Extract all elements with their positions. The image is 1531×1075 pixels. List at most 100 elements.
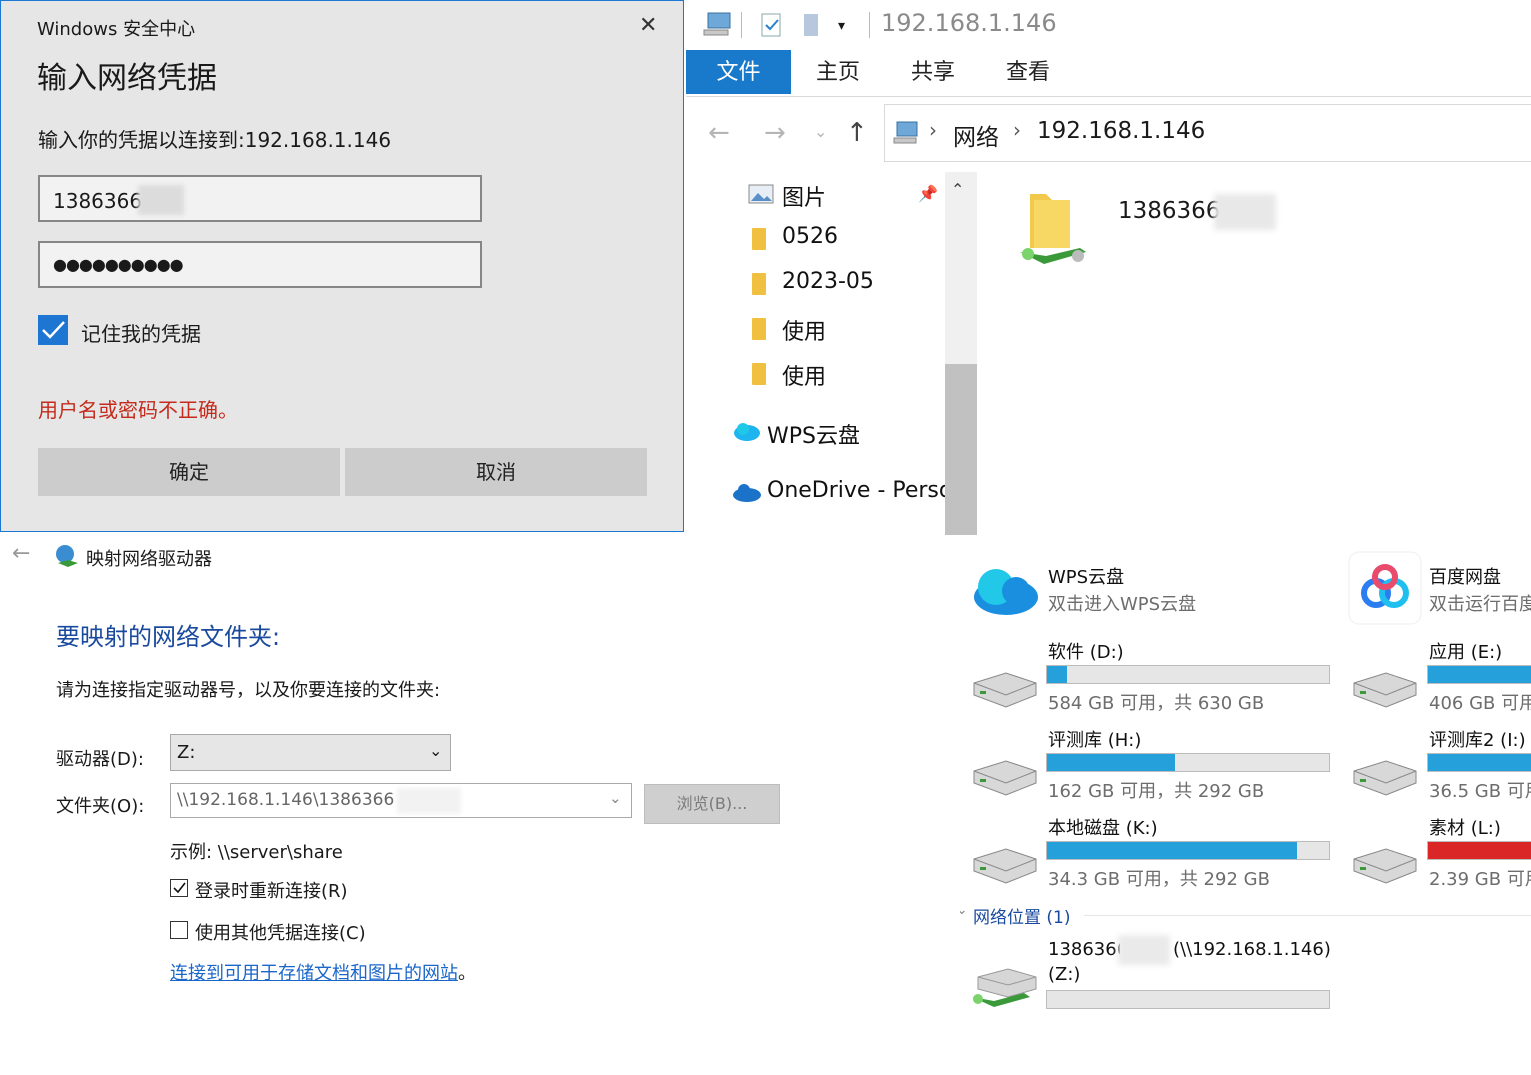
password-field[interactable]: ●●●●●●●●●● (38, 241, 482, 288)
chevron-down-icon: ⌄ (609, 789, 622, 807)
breadcrumb-network[interactable]: 网络 (953, 118, 999, 152)
password-value: ●●●●●●●●●● (53, 255, 184, 274)
storage-site-link[interactable]: 连接到可用于存储文档和图片的网站 (170, 959, 458, 985)
drive-name[interactable]: 软件 (D:) (1048, 638, 1124, 664)
other-credentials-checkbox[interactable] (170, 921, 188, 939)
drive-name[interactable]: 本地磁盘 (K:) (1048, 814, 1158, 840)
drive-usage-bar (1046, 665, 1330, 684)
drive-select-value: Z: (177, 742, 196, 763)
drive-free-space: 162 GB 可用，共 292 GB (1048, 781, 1265, 802)
hard-drive-icon[interactable] (970, 669, 1038, 711)
computer-icon[interactable] (702, 10, 734, 38)
drive-name[interactable]: 素材 (L:) (1429, 814, 1501, 840)
hard-drive-icon[interactable] (1350, 757, 1418, 799)
remember-checkbox[interactable] (38, 315, 68, 345)
window-title: 192.168.1.146 (881, 9, 1057, 37)
tab-share[interactable]: 共享 (896, 50, 970, 94)
nav-item-wps-cloud[interactable]: WPS云盘 (767, 418, 860, 450)
reconnect-label[interactable]: 登录时重新连接(R) (195, 877, 348, 903)
cloud-name[interactable]: 百度网盘 (1429, 563, 1501, 589)
onedrive-icon (733, 484, 761, 502)
map-network-drive-dialog: ← 映射网络驱动器 要映射的网络文件夹: 请为连接指定驱动器号，以及你要连接的文… (0, 535, 960, 1075)
network-drive-icon[interactable] (968, 963, 1040, 1013)
cancel-button[interactable]: 取消 (345, 448, 647, 496)
drive-name[interactable]: 应用 (E:) (1429, 638, 1502, 664)
forward-icon[interactable]: → (764, 118, 786, 148)
hard-drive-icon[interactable] (1350, 845, 1418, 887)
nav-item-onedrive[interactable]: OneDrive - Perso (767, 478, 947, 503)
drive-usage-fill (1428, 666, 1531, 683)
drive-select[interactable]: Z: ⌄ (170, 734, 451, 771)
drive-usage-fill (1047, 842, 1297, 859)
chevron-collapse-icon[interactable]: ⌄ (960, 902, 968, 918)
up-icon[interactable]: ↑ (846, 118, 868, 148)
drive-usage-bar (1046, 753, 1330, 772)
breadcrumb-separator-icon: › (929, 118, 937, 142)
link-suffix: 。 (458, 963, 476, 984)
hard-drive-icon[interactable] (970, 845, 1038, 887)
nav-item-use-1[interactable]: 使用 (782, 314, 826, 346)
folder-icon (752, 318, 766, 340)
cloud-sub: 双击进入WPS云盘 (1048, 594, 1197, 615)
recent-locations-icon[interactable]: ⌄ (814, 122, 827, 141)
tab-view[interactable]: 查看 (991, 50, 1065, 94)
network-share-folder-icon[interactable] (1016, 188, 1090, 274)
credential-dialog: Windows 安全中心 ✕ 输入网络凭据 输入你的凭据以连接到:192.168… (0, 0, 684, 532)
folder-label: 文件夹(O): (56, 796, 145, 817)
network-drive-name[interactable]: 1386366 (1048, 939, 1120, 960)
drive-usage-fill (1047, 754, 1175, 771)
new-folder-icon[interactable] (802, 12, 822, 38)
drive-free-space: 36.5 GB 可用 (1429, 781, 1531, 802)
tab-file[interactable]: 文件 (686, 50, 791, 94)
wps-cloud-icon (734, 423, 760, 441)
drive-name[interactable]: 评测库 (H:) (1048, 726, 1141, 752)
wps-cloud-icon[interactable] (968, 559, 1040, 617)
example-text: 示例: \\server\share (170, 842, 343, 863)
share-folder-name[interactable]: 1386366 (1118, 198, 1220, 224)
pin-icon[interactable]: 📌 (918, 184, 938, 203)
redaction-blur (397, 788, 461, 814)
network-section-header[interactable]: 网络位置 (1) (973, 903, 1070, 928)
checkmark-icon (42, 321, 65, 339)
nav-item-2023-05[interactable]: 2023-05 (782, 269, 874, 294)
nav-scrollbar[interactable]: ⌃ (945, 172, 977, 535)
back-icon[interactable]: ← (12, 541, 30, 566)
properties-icon[interactable] (760, 12, 784, 38)
breadcrumb-host[interactable]: 192.168.1.146 (1037, 118, 1205, 144)
drive-usage-fill (1428, 754, 1531, 771)
back-icon[interactable]: ← (708, 118, 730, 148)
folder-combo[interactable]: \\192.168.1.146\1386366 ⌄ (170, 783, 632, 818)
nav-item-0526[interactable]: 0526 (782, 224, 838, 249)
remember-label[interactable]: 记住我的凭据 (81, 318, 201, 347)
redaction-blur (138, 185, 184, 215)
hard-drive-icon[interactable] (970, 757, 1038, 799)
address-bar[interactable]: › 网络 › 192.168.1.146 (884, 104, 1531, 162)
nav-item-pictures[interactable]: 图片 (782, 180, 826, 212)
close-icon[interactable]: ✕ (639, 13, 657, 38)
cloud-sub: 双击运行百度 (1429, 594, 1531, 615)
drive-usage-bar (1427, 665, 1531, 684)
other-credentials-label[interactable]: 使用其他凭据连接(C) (195, 919, 366, 945)
tab-home[interactable]: 主页 (801, 50, 875, 94)
browse-button[interactable]: 浏览(B)... (644, 784, 780, 824)
dialog-heading: 要映射的网络文件夹: (56, 623, 281, 651)
scroll-up-icon[interactable]: ⌃ (951, 180, 964, 199)
nav-item-use-2[interactable]: 使用 (782, 359, 826, 391)
reconnect-checkbox[interactable] (170, 879, 188, 897)
scrollbar-thumb[interactable] (945, 364, 977, 535)
folder-icon (752, 363, 766, 385)
cloud-name[interactable]: WPS云盘 (1048, 563, 1124, 589)
dialog-title: 映射网络驱动器 (86, 549, 212, 570)
address-row: ← → ⌄ ↑ › 网络 › 192.168.1.146 (686, 104, 1531, 162)
drive-name[interactable]: 评测库2 (I:) (1429, 726, 1526, 752)
ok-button[interactable]: 确定 (38, 448, 340, 496)
ribbon-tabs: 文件 主页 共享 查看 (686, 50, 1531, 97)
qat-divider (869, 12, 870, 38)
section-divider (1084, 915, 1531, 916)
hard-drive-icon[interactable] (1350, 669, 1418, 711)
this-pc-panel: WPS云盘 双击进入WPS云盘 百度网盘 双击运行百度 软件 (D:) 584 G… (960, 535, 1531, 1075)
username-field[interactable]: 13863660 (38, 175, 482, 222)
breadcrumb-separator-icon: › (1013, 118, 1021, 142)
baidu-netdisk-icon[interactable] (1348, 551, 1422, 625)
qat-dropdown-icon[interactable]: ▾ (838, 18, 845, 34)
